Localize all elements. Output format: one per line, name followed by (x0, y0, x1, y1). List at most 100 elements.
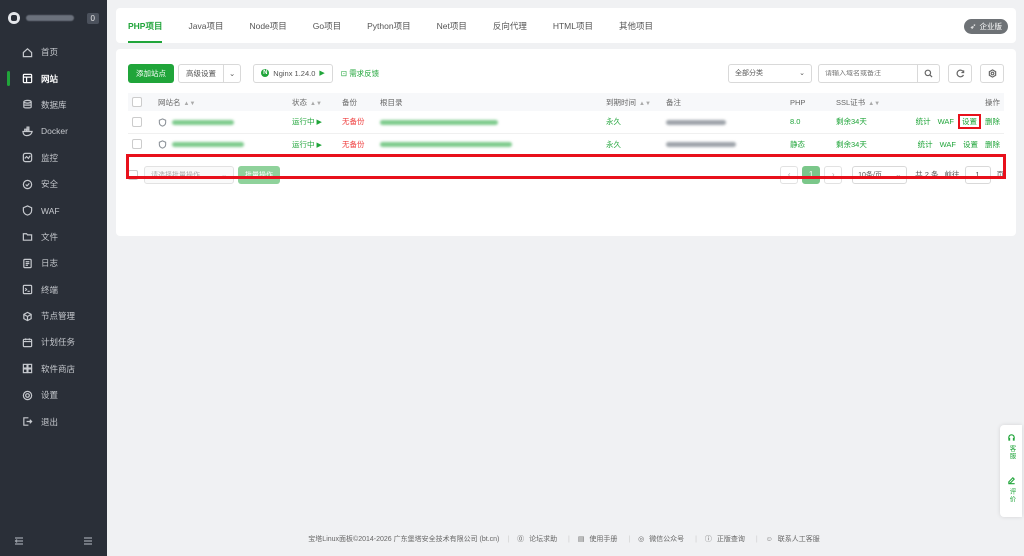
stats-link[interactable]: 统计 (916, 117, 931, 126)
sidebar-item-monitor[interactable]: 监控 (0, 145, 107, 171)
expire-cell[interactable]: 永久 (602, 133, 662, 156)
search-icon[interactable] (917, 64, 939, 82)
stats-link[interactable]: 统计 (918, 140, 933, 149)
per-page-select[interactable]: 10条/页 ⌄ (852, 165, 908, 184)
menu-icon[interactable] (83, 536, 93, 548)
ssl-cell[interactable]: 剩余34天 (832, 111, 900, 134)
col-name[interactable]: 网站名 ▲▼ (154, 93, 288, 111)
waf-link[interactable]: WAF (940, 140, 956, 149)
manual-link[interactable]: ▤ 使用手册 (578, 536, 621, 543)
expire-cell[interactable]: 永久 (602, 111, 662, 134)
site-table: 网站名 ▲▼ 状态 ▲▼ 备份 根目录 到期时间 ▲▼ 备注 PHP SSL证书 ▲▼ … (128, 93, 1004, 156)
site-name-blurred[interactable] (172, 119, 234, 125)
select-all-checkbox[interactable] (132, 97, 142, 107)
root-dir-blurred[interactable] (380, 142, 512, 148)
delete-link[interactable]: 删除 (985, 117, 1000, 126)
batch-select[interactable]: 请选择批量操作 ⌄ (144, 165, 234, 184)
nginx-status-button[interactable]: N Nginx 1.24.0 ▶ (253, 63, 333, 83)
site-name-blurred[interactable] (172, 141, 244, 147)
category-select[interactable]: 全部分类 ⌄ (728, 63, 812, 83)
customer-service-button[interactable]: 客服 (1006, 433, 1016, 460)
row-checkbox[interactable] (132, 116, 142, 127)
sidebar-item-settings[interactable]: 设置 (0, 382, 107, 408)
sidebar-item-home[interactable]: 首页 (0, 39, 107, 65)
sidebar-item-cron[interactable]: 计划任务 (0, 329, 107, 355)
sidebar-footer (0, 536, 107, 548)
row-checkbox[interactable] (132, 139, 142, 149)
next-page-button[interactable]: › (824, 165, 843, 184)
root-dir-blurred[interactable] (380, 119, 498, 125)
server-header[interactable]: 0 (0, 0, 107, 36)
docker-icon (22, 126, 33, 137)
col-root: 根目录 (376, 93, 602, 111)
rate-button[interactable]: 评价 (1006, 476, 1016, 503)
chevron-down-icon[interactable]: ⌄ (224, 63, 242, 83)
search-input[interactable] (819, 69, 915, 77)
ssl-cell[interactable]: 剩余34天 (832, 133, 900, 156)
wechat-link[interactable]: ◎ 微信公众号 (638, 536, 687, 543)
sidebar-item-nodes[interactable]: 节点管理 (0, 303, 107, 329)
settings-link[interactable]: 设置 (963, 140, 978, 149)
prev-page-button[interactable]: ‹ (780, 165, 799, 184)
delete-link[interactable]: 删除 (985, 140, 1000, 149)
page-footer: 宝塔Linux面板©2014-2026 广东堡塔安全技术有限公司 (bt.cn)… (107, 534, 1024, 544)
table-settings-button[interactable] (980, 63, 1004, 83)
col-status[interactable]: 状态 ▲▼ (288, 93, 338, 111)
tab-python[interactable]: Python项目 (367, 8, 410, 43)
backup-cell[interactable]: 无备份 (338, 111, 376, 134)
page-current[interactable]: 1 (802, 165, 821, 184)
php-cell[interactable]: 静态 (786, 133, 832, 156)
refresh-icon (956, 69, 964, 77)
sidebar-item-database[interactable]: 数据库 (0, 92, 107, 118)
feedback-link[interactable]: ⊡ 需求反馈 (341, 68, 379, 79)
batch-select-checkbox[interactable] (128, 169, 138, 180)
sidebar-item-logs[interactable]: 日志 (0, 250, 107, 276)
gear-icon (988, 68, 996, 78)
root-dir-cell (376, 133, 602, 156)
sidebar-item-waf[interactable]: WAF (0, 197, 107, 223)
sidebar-item-security[interactable]: 安全 (0, 171, 107, 197)
sidebar-item-files[interactable]: 文件 (0, 224, 107, 250)
database-icon (22, 99, 33, 110)
divider: | (695, 536, 697, 543)
support-link[interactable]: ☺ 联系人工客服 (766, 536, 823, 543)
sort-icon: ▲▼ (183, 100, 196, 107)
sidebar-item-docker[interactable]: Docker (0, 118, 107, 144)
goto-page-input[interactable]: 1 (964, 165, 991, 184)
divider: | (755, 536, 758, 543)
batch-execute-button[interactable]: 批量操作 (238, 165, 280, 184)
tab-other[interactable]: 其他项目 (619, 8, 653, 43)
col-ssl[interactable]: SSL证书 ▲▼ (832, 93, 900, 111)
add-site-button[interactable]: 添加站点 (128, 63, 174, 83)
waf-link[interactable]: WAF (938, 117, 954, 126)
sidebar-item-website[interactable]: 网站 (0, 65, 107, 91)
php-cell[interactable]: 8.0 (786, 111, 832, 134)
tab-html[interactable]: HTML项目 (553, 8, 593, 43)
settings-link[interactable]: 设置 (958, 114, 981, 130)
col-ops: 操作 (900, 93, 1004, 111)
tab-go[interactable]: Go项目 (313, 8, 341, 43)
message-count-badge[interactable]: 0 (86, 12, 99, 24)
forum-link[interactable]: ⓪ 论坛求助 (517, 536, 560, 543)
tab-reverse-proxy[interactable]: 反向代理 (493, 8, 527, 43)
status-cell[interactable]: 运行中 ▶ (288, 111, 338, 134)
remark-blurred[interactable] (666, 119, 726, 125)
backup-cell[interactable]: 无备份 (338, 133, 376, 156)
status-cell[interactable]: 运行中 ▶ (288, 133, 338, 156)
sidebar-item-terminal[interactable]: 终端 (0, 277, 107, 303)
tab-node[interactable]: Node项目 (249, 8, 286, 43)
license-check-link[interactable]: ⓘ 正版查询 (705, 536, 748, 543)
enterprise-badge[interactable]: ➶ 企业版 (963, 19, 1008, 34)
tab-java[interactable]: Java项目 (188, 8, 223, 43)
refresh-button[interactable] (948, 63, 972, 83)
remark-blurred[interactable] (666, 142, 736, 148)
sidebar-item-label: 计划任务 (41, 337, 76, 348)
col-expire[interactable]: 到期时间 ▲▼ (602, 93, 662, 111)
remark-cell (662, 133, 786, 156)
advanced-settings-button[interactable]: 高级设置 (178, 63, 224, 83)
collapse-sidebar-icon[interactable] (14, 536, 24, 548)
sidebar-item-logout[interactable]: 退出 (0, 408, 107, 434)
tab-net[interactable]: Net项目 (437, 8, 467, 43)
tab-php[interactable]: PHP项目 (128, 8, 163, 43)
sidebar-item-store[interactable]: 软件商店 (0, 356, 107, 382)
